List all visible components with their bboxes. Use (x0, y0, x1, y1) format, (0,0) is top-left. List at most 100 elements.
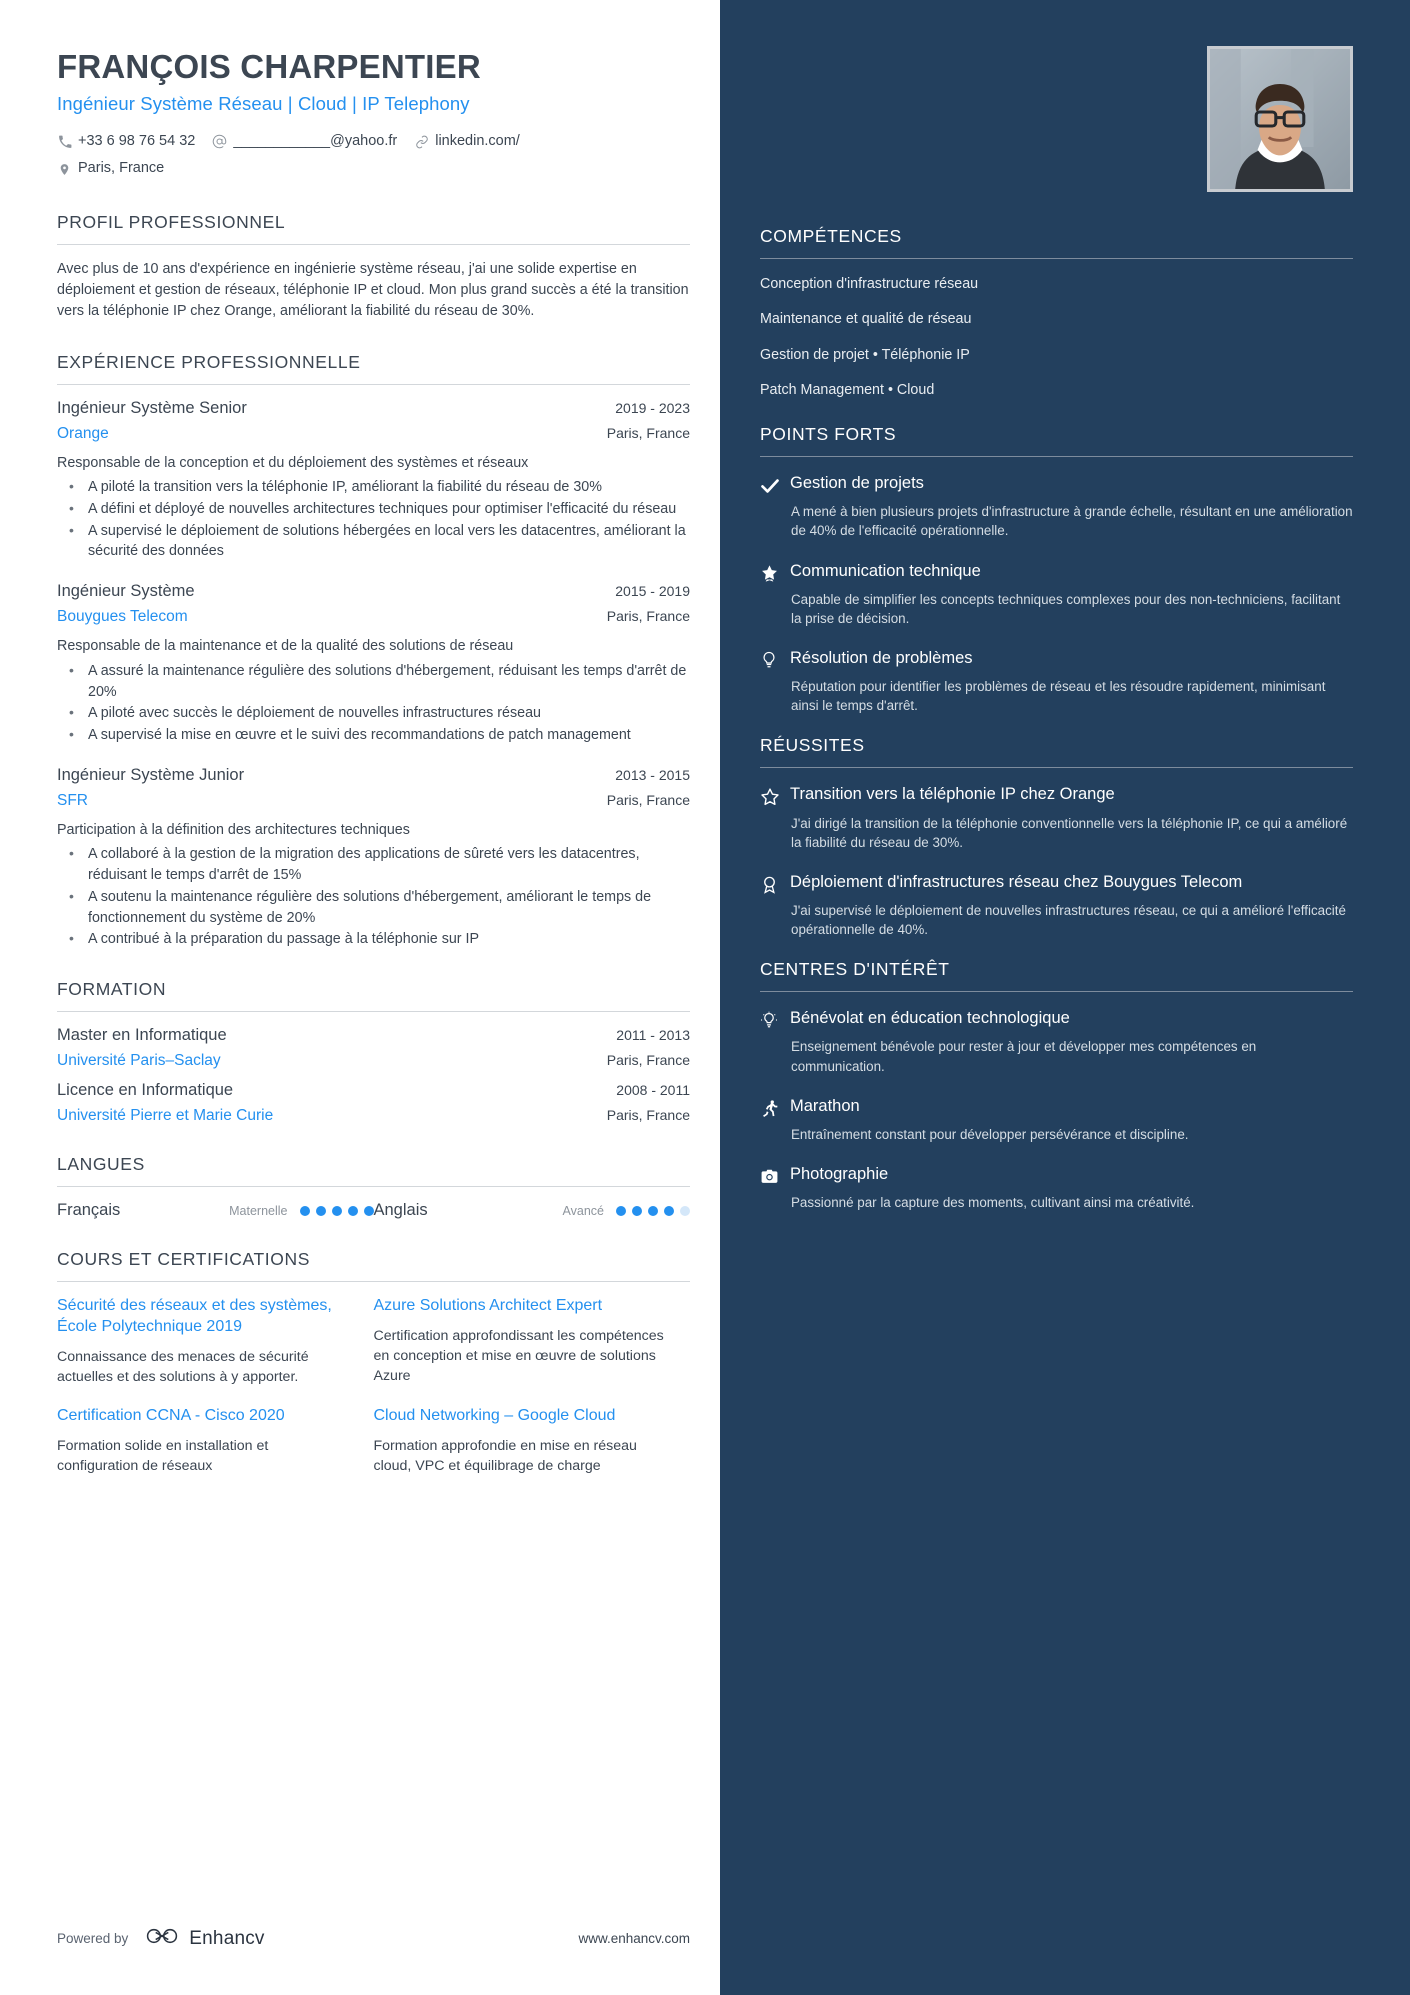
resume-page: FRANÇOIS CHARPENTIER Ingénieur Système R… (0, 0, 1410, 1995)
experience-bullet: A piloté la transition vers la téléphoni… (57, 476, 690, 498)
experience-entry: Ingénieur Système Senior 2019 - 2023 Ora… (57, 399, 690, 563)
section-languages: LANGUES Français Maternelle Anglais Avan… (57, 1154, 690, 1220)
experience-bullet: A soutenu la maintenance régulière des s… (57, 886, 690, 928)
check-icon (760, 473, 790, 496)
languages-section-title: LANGUES (57, 1154, 145, 1174)
contact-info: +33 6 98 76 54 32 ____________@yahoo.fr … (57, 128, 690, 183)
proficiency-dot (363, 1205, 374, 1216)
job-title: Ingénieur Système Junior (57, 765, 245, 784)
skills-section-title: COMPÉTENCES (760, 226, 902, 246)
item-header: Résolution de problèmes (760, 648, 1353, 677)
job-dates: 2015 - 2019 (615, 583, 690, 600)
job-bullets: A piloté la transition vers la téléphoni… (57, 476, 690, 562)
footer-url: www.enhancv.com (578, 1931, 690, 1946)
location-value: Paris, France (78, 160, 165, 177)
course-description: Formation approfondie en mise en réseau … (373, 1437, 637, 1474)
experience-list: Ingénieur Système Senior 2019 - 2023 Ora… (57, 399, 690, 951)
degree-title: Licence en Informatique (57, 1081, 234, 1099)
item-description: J'ai supervisé le déploiement de nouvell… (791, 902, 1346, 938)
proficiency-dot (632, 1205, 642, 1216)
item-description: A mené à bien plusieurs projets d'infras… (791, 504, 1353, 539)
item-header: Bénévolat en éducation technologique (760, 1008, 1353, 1037)
section-education: FORMATION Master en Informatique 2011 - … (57, 979, 690, 1125)
footer: Powered by Enhancv www.enhancv.com (57, 1926, 690, 1951)
course-title[interactable]: Cloud Networking – Google Cloud (374, 1406, 665, 1427)
course-description: Formation solide en installation et conf… (57, 1437, 269, 1474)
item-header: Déploiement d'infrastructures réseau che… (760, 872, 1353, 901)
language-level: Avancé (562, 1203, 604, 1218)
course-title[interactable]: Azure Solutions Architect Expert (374, 1296, 665, 1317)
job-bullets: A assuré la maintenance régulière des so… (57, 660, 690, 746)
school-name[interactable]: Université Paris–Saclay (57, 1052, 221, 1070)
strength-item: Gestion de projets A mené à bien plusieu… (760, 473, 1353, 540)
link-icon (414, 134, 429, 149)
job-location: Paris, France (606, 424, 690, 441)
job-location: Paris, France (606, 791, 690, 808)
education-entry: Licence en Informatique 2008 - 2011 Univ… (57, 1081, 690, 1125)
school-location: Paris, France (606, 1052, 690, 1068)
proficiency-dot (347, 1205, 358, 1216)
divider (57, 1011, 690, 1012)
item-description: J'ai dirigé la transition de la téléphon… (791, 815, 1348, 850)
job-summary: Participation à la définition des archit… (57, 821, 410, 838)
language-name: Anglais (373, 1201, 428, 1219)
star-outline-icon (760, 784, 790, 807)
company-name[interactable]: Bouygues Telecom (57, 608, 188, 626)
phone-icon (57, 134, 72, 149)
degree-dates: 2011 - 2013 (616, 1027, 690, 1043)
skill-line: Gestion de projet • Téléphonie IP (760, 346, 970, 363)
entry-header: Licence en Informatique 2008 - 2011 (57, 1081, 690, 1100)
company-name[interactable]: Orange (57, 425, 109, 443)
profile-section-title: PROFIL PROFESSIONNEL (57, 212, 286, 233)
course-item: Azure Solutions Architect Expert Certifi… (374, 1296, 691, 1387)
item-title: Photographie (790, 1164, 889, 1183)
item-header: Marathon (760, 1096, 1353, 1125)
interests-section-title: CENTRES D'INTÉRÊT (760, 959, 950, 980)
avatar (1207, 46, 1353, 192)
school-location: Paris, France (606, 1107, 690, 1123)
achievement-item: Déploiement d'infrastructures réseau che… (760, 872, 1353, 939)
experience-bullet: A supervisé la mise en œuvre et le suivi… (57, 724, 690, 746)
email-value: ____________@yahoo.fr (233, 132, 398, 149)
item-title: Gestion de projets (790, 474, 924, 493)
item-title: Déploiement d'infrastructures réseau che… (790, 872, 1243, 891)
interest-item: Bénévolat en éducation technologique Ens… (760, 1008, 1353, 1075)
resume-main-column: FRANÇOIS CHARPENTIER Ingénieur Système R… (0, 0, 720, 1995)
experience-bullet: A contribué à la préparation du passage … (57, 928, 690, 950)
course-title[interactable]: Certification CCNA - Cisco 2020 (57, 1406, 348, 1427)
experience-bullet: A piloté avec succès le déploiement de n… (57, 702, 690, 724)
company-name[interactable]: SFR (57, 792, 88, 810)
course-title[interactable]: Sécurité des réseaux et des systèmes, Éc… (57, 1296, 348, 1338)
section-profile: PROFIL PROFESSIONNEL Avec plus de 10 ans… (57, 212, 690, 322)
experience-bullet: A supervisé le déploiement de solutions … (57, 520, 690, 562)
entry-subheader: Université Paris–Saclay Paris, France (57, 1052, 690, 1070)
item-description: Enseignement bénévole pour rester à jour… (791, 1039, 1257, 1074)
job-dates: 2013 - 2015 (615, 766, 690, 783)
item-header: Photographie (760, 1164, 1353, 1193)
lightbulb-icon (760, 648, 790, 669)
course-description: Connaissance des menaces de sécurité act… (57, 1348, 309, 1385)
achievements-section-title: RÉUSSITES (760, 735, 865, 756)
divider (57, 383, 690, 385)
degree-dates: 2008 - 2011 (616, 1082, 690, 1098)
language-level: Maternelle (229, 1203, 288, 1218)
job-title: Ingénieur Système (57, 582, 195, 601)
language-rating (299, 1205, 374, 1216)
page-title: FRANÇOIS CHARPENTIER (57, 48, 481, 85)
star-badge-icon (760, 561, 790, 583)
divider (760, 456, 1353, 458)
divider (760, 258, 1353, 259)
proficiency-dot (616, 1205, 626, 1216)
item-title: Marathon (790, 1096, 860, 1115)
experience-section-title: EXPÉRIENCE PROFESSIONNELLE (57, 351, 361, 372)
divider (760, 767, 1353, 769)
brand-name: Enhancv (189, 1927, 265, 1949)
experience-bullet: A collaboré à la gestion de la migration… (57, 843, 690, 885)
proficiency-dot (664, 1205, 674, 1216)
item-description: Réputation pour identifier les problèmes… (791, 679, 1326, 714)
school-name[interactable]: Université Pierre et Marie Curie (57, 1107, 273, 1125)
section-strengths: POINTS FORTS Gestion de projets A mené à… (760, 424, 1353, 715)
item-description: Passionné par la capture des moments, cu… (791, 1195, 1195, 1211)
camera-icon (760, 1164, 790, 1186)
entry-header: Ingénieur Système 2015 - 2019 (57, 582, 690, 601)
